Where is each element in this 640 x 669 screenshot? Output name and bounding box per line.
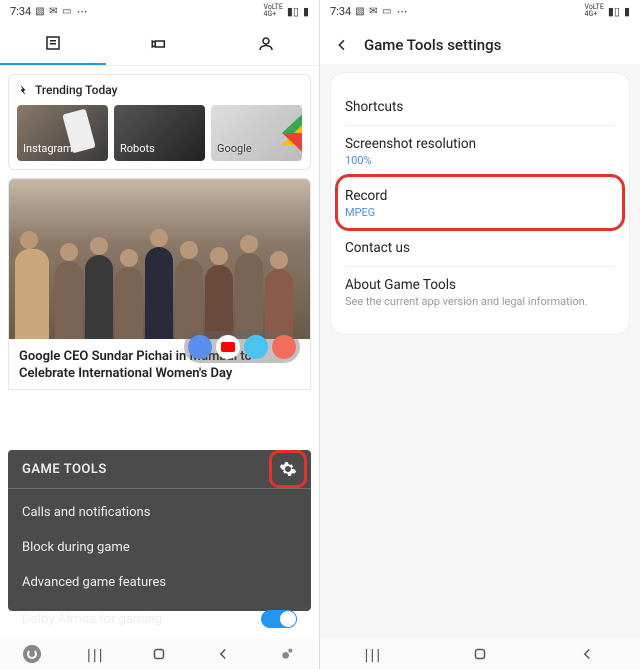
tab-profile[interactable] (213, 22, 319, 65)
highlight-record (335, 174, 625, 231)
quick-app-messages-icon[interactable] (244, 335, 268, 359)
nav-bar: ||| (0, 639, 319, 669)
game-launcher-button[interactable] (20, 642, 44, 666)
status-time: 7:34 (330, 5, 351, 18)
nav-bar-right: ||| (320, 639, 640, 669)
video-icon (150, 35, 168, 53)
nav-recents[interactable]: ||| (361, 642, 385, 666)
trending-title: Trending Today (35, 83, 117, 97)
settings-title: Game Tools settings (364, 36, 501, 54)
back-button[interactable] (334, 37, 350, 53)
quick-app-slides-icon[interactable] (272, 335, 296, 359)
status-more-icon: ⋯ (396, 5, 407, 18)
quick-app-row (184, 331, 300, 363)
phone-left-screen: 7:34 ▧ ✉ ▭ ⋯ VoLTE4G+ ▮▯ ▮ Trending Toda… (0, 0, 320, 669)
background-article-text: Motorola's Rumored Folding Phone Could H… (18, 633, 301, 639)
chevron-left-icon (334, 37, 350, 53)
status-time: 7:34 (10, 5, 31, 18)
nav-home[interactable] (147, 642, 171, 666)
nav-recents[interactable]: ||| (84, 642, 108, 666)
settings-list: Shortcuts Screenshot resolution 100% Rec… (330, 72, 630, 335)
trending-icon (17, 84, 29, 96)
nav-back[interactable] (211, 642, 235, 666)
game-tools-small-icon (279, 646, 295, 662)
status-notification-icons: ▧ ✉ ▭ (355, 6, 392, 17)
trending-tile-google[interactable]: Google (211, 105, 302, 161)
volte-indicator: VoLTE4G+ (585, 4, 604, 18)
signal-icon: ▮▯ (608, 5, 620, 18)
gt-item-calls[interactable]: Calls and notifications (22, 495, 297, 530)
profile-icon (257, 35, 275, 53)
signal-icon: ▮▯ (287, 5, 299, 18)
nav-home[interactable] (468, 642, 492, 666)
game-tools-panel: GAME TOOLS Calls and notifications Block… (8, 450, 311, 611)
game-tools-title: GAME TOOLS (22, 462, 107, 477)
setting-screenshot-resolution[interactable]: Screenshot resolution 100% (345, 126, 615, 178)
quick-app-youtube-icon[interactable] (216, 335, 240, 359)
status-bar-right: 7:34 ▧ ✉ ▭ ⋯ VoLTE4G+ ▮▯ ▮ (320, 0, 640, 22)
feed-icon (44, 34, 62, 52)
settings-header: Game Tools settings (320, 22, 640, 64)
game-tools-nav-button[interactable] (275, 642, 299, 666)
status-more-icon: ⋯ (76, 5, 87, 18)
nav-back[interactable] (575, 642, 599, 666)
setting-contact-us[interactable]: Contact us (345, 230, 615, 267)
trending-tile-instagram[interactable]: Instagram (17, 105, 108, 161)
gt-item-advanced[interactable]: Advanced game features (22, 565, 297, 600)
phone-right-screen: 7:34 ▧ ✉ ▭ ⋯ VoLTE4G+ ▮▯ ▮ Game Tools se… (320, 0, 640, 669)
gt-item-block[interactable]: Block during game (22, 530, 297, 565)
tab-feed[interactable] (0, 22, 106, 65)
battery-icon: ▮ (303, 5, 309, 18)
game-tools-settings-button[interactable] (279, 460, 297, 478)
dolby-toggle[interactable] (261, 610, 297, 628)
setting-about[interactable]: About Game Tools See the current app ver… (345, 267, 615, 318)
tab-middle[interactable] (106, 22, 212, 65)
trending-tile-robots[interactable]: Robots (114, 105, 205, 161)
battery-icon: ▮ (624, 5, 630, 18)
status-notification-icons: ▧ ✉ ▭ (35, 6, 72, 17)
top-tabs (0, 22, 319, 66)
volte-indicator: VoLTE4G+ (264, 4, 283, 18)
highlight-gear (269, 450, 307, 488)
trending-card: Trending Today Instagram Robots Google (8, 74, 311, 170)
status-bar: 7:34 ▧ ✉ ▭ ⋯ VoLTE4G+ ▮▯ ▮ (0, 0, 319, 22)
setting-record[interactable]: Record MPEG (345, 178, 615, 230)
setting-shortcuts[interactable]: Shortcuts (345, 89, 615, 126)
hero-image (9, 179, 310, 339)
hero-article[interactable]: Google CEO Sundar Pichai in Mumbai to Ce… (8, 178, 311, 390)
game-launcher-icon (23, 645, 41, 663)
quick-app-chat-icon[interactable] (188, 335, 212, 359)
